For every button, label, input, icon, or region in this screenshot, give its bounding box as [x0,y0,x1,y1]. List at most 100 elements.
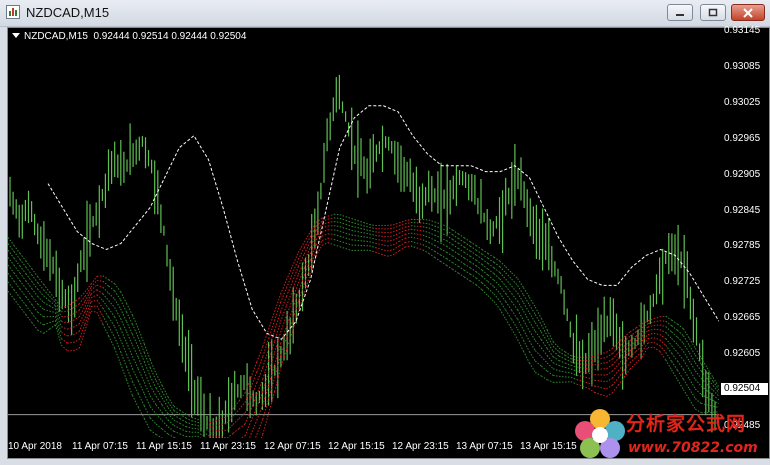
ribbon-line [96,284,103,288]
ribbon-line [528,312,536,323]
ribbon-line [653,332,660,335]
ribbon-line [13,289,21,298]
symbol-label: NZDCAD,M15 [24,31,88,42]
ribbon-line [333,217,340,219]
ribbon-line [49,320,56,324]
ribbon-line [682,369,690,380]
dropdown-triangle-icon[interactable] [12,33,20,38]
ribbon-line [422,219,429,221]
ribbon-line [315,235,323,246]
ribbon-line [452,234,459,239]
price-scale[interactable] [719,28,770,438]
ribbon-line [463,269,471,275]
ribbon-line [511,301,519,311]
ribbon-line [280,279,287,295]
ribbon-line [351,234,358,237]
ohlc-values: 0.92444 0.92514 0.92444 0.92504 [93,31,247,42]
ribbon-line [623,362,631,371]
ribbon-line [31,280,38,290]
price-chart-svg [8,74,719,438]
chart-plot-area[interactable] [8,28,719,438]
ribbon-line [694,362,702,372]
ribbon-line [446,245,453,251]
ribbon-line [665,338,672,346]
ribbon-line [688,378,696,390]
ribbon-line [659,334,666,340]
ribbon-line [13,257,21,267]
ribbon-line [333,221,340,223]
ribbon-line [291,266,299,282]
ribbon-line [552,356,560,362]
ribbon-line [452,268,459,274]
ribbon-line [8,281,15,291]
ribbon-line [78,306,86,318]
close-button[interactable] [731,4,765,21]
ribbon-line [191,435,198,438]
ribbon-line [25,288,33,297]
ribbon-line [357,235,364,238]
ribbon-line [410,225,417,227]
ribbon-line [511,328,519,340]
ribbon-line [387,239,394,242]
ribbon-line [611,384,619,394]
time-tick-label: 11 Apr 07:15 [72,441,128,452]
ribbon-line [546,370,554,376]
ribbon-line [671,369,678,381]
ribbon-line [677,323,684,330]
ribbon-line [558,360,566,364]
ribbon-line [149,367,157,381]
ribbon-line [629,331,637,337]
maximize-button[interactable] [700,4,726,21]
ribbon-line [475,284,483,291]
ribbon-line [392,229,400,233]
ribbon-line [238,423,246,429]
ribbon-line [505,266,512,274]
ribbon-line [434,239,441,244]
time-tick-label: 12 Apr 15:15 [328,441,385,452]
ribbon-line [481,264,489,270]
ribbon-line [540,365,548,372]
ribbon-line [375,234,382,237]
ribbon-line [363,236,370,239]
ribbon-line [452,238,459,244]
ribbon-line [179,433,186,437]
ribbon-line [677,379,684,390]
ribbon-line [600,380,607,383]
ribbon-line [606,353,613,358]
ribbon-line [78,324,86,340]
ribbon-line [108,285,115,292]
ribbon-line [659,329,666,333]
ribbon-line [475,254,483,260]
ribbon-line [274,293,282,312]
close-icon [743,7,753,18]
window-titlebar[interactable]: NZDCAD,M15 [0,0,770,27]
ribbon-line [487,268,495,274]
minimize-button[interactable] [667,4,693,21]
ribbon-line [452,255,459,261]
ribbon-line [505,309,513,320]
ribbon-line [446,234,453,240]
ribbon-line [31,295,38,305]
ribbon-line [694,388,702,395]
ribbon-line [78,330,86,349]
ribbon-line [25,296,33,305]
ribbon-line [179,418,187,423]
ribbon-line [43,322,50,326]
ribbon-line [78,291,86,299]
ribbon-line [120,299,127,313]
ribbon-line [458,272,465,278]
ribbon-line [677,369,684,380]
ribbon-line [493,261,501,268]
ribbon-line [493,256,501,262]
ribbon-line [351,239,358,241]
ribbon-line [268,311,276,330]
ribbon-line [469,267,477,273]
ribbon-line [398,223,406,227]
ribbon-line [671,361,678,371]
ribbon-line [564,362,572,366]
ribbon-line [493,286,501,294]
ribbon-line [173,425,181,429]
ribbon-line [387,249,394,252]
ribbon-line [327,233,334,235]
ribbon-line [363,240,370,243]
